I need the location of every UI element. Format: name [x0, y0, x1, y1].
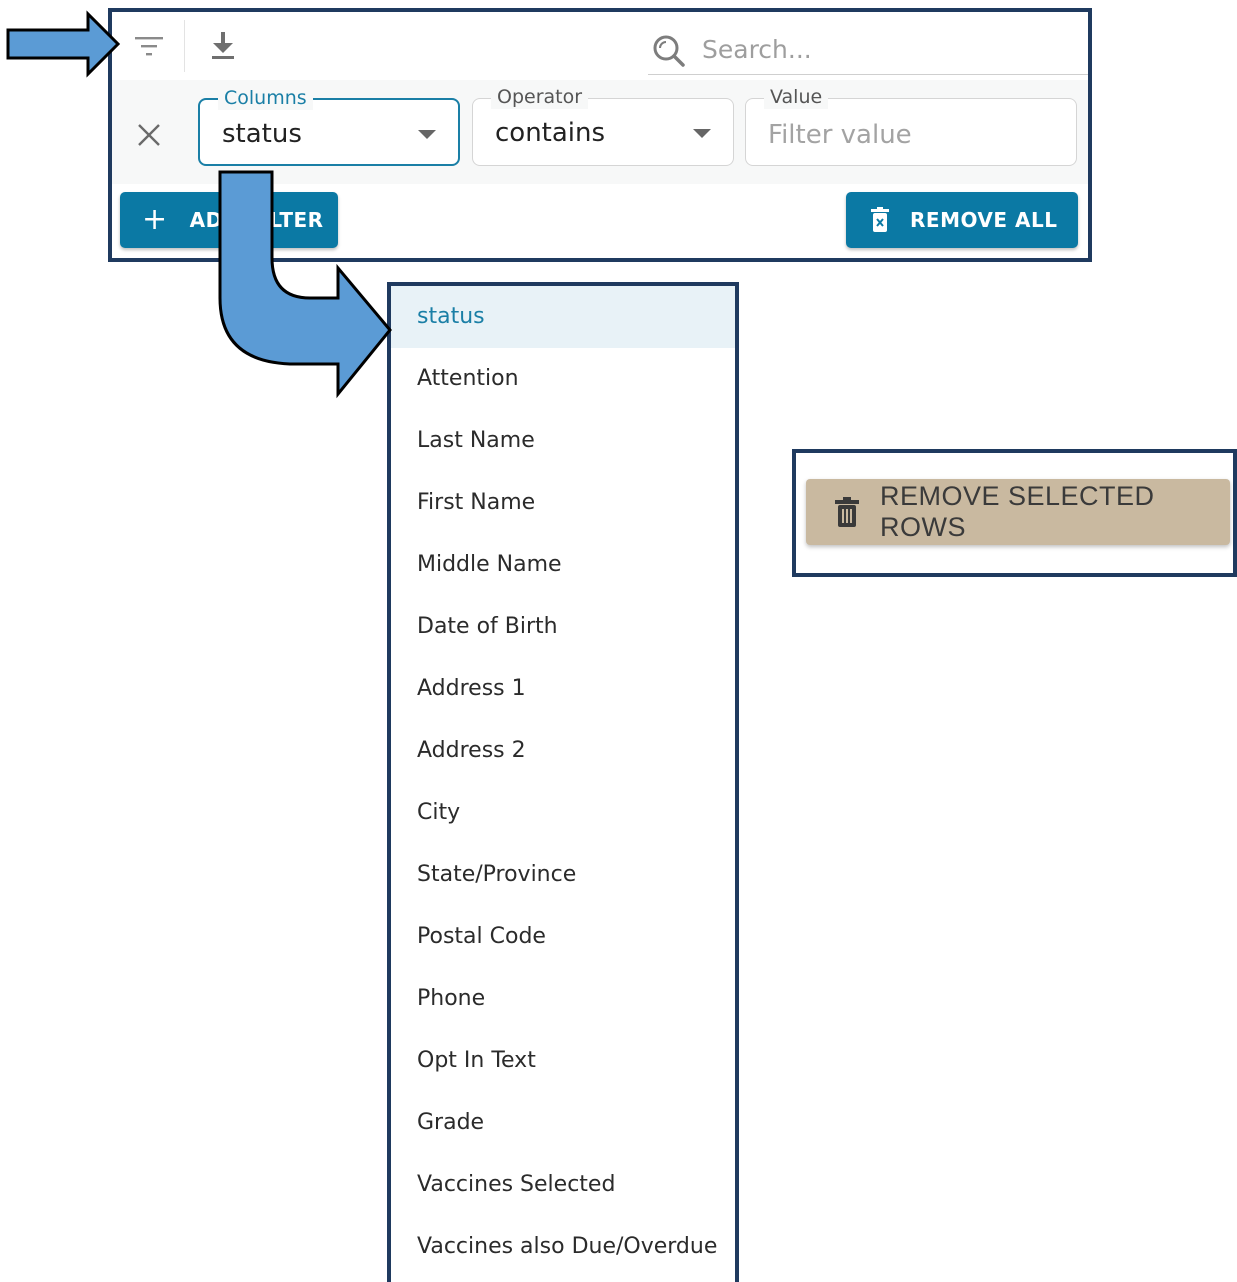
- remove-selected-rows-button[interactable]: REMOVE SELECTED ROWS: [806, 479, 1230, 545]
- delete-icon: [870, 207, 890, 233]
- add-filter-label: ADD FILTER: [189, 208, 324, 232]
- column-option[interactable]: Vaccines also Due/Overdue: [391, 1216, 735, 1278]
- column-option[interactable]: Phone: [391, 968, 735, 1030]
- columns-dropdown: status Attention Last Name First Name Middle…: [387, 282, 739, 1282]
- columns-value: status: [222, 119, 302, 149]
- operator-value: contains: [495, 118, 606, 148]
- search-input[interactable]: [700, 30, 1074, 68]
- column-option[interactable]: status: [391, 286, 735, 348]
- trash-icon: [834, 496, 860, 528]
- column-option[interactable]: First Name: [391, 472, 735, 534]
- filter-button[interactable]: [122, 12, 176, 80]
- operator-label: Operator: [491, 85, 589, 109]
- column-option[interactable]: Address 1: [391, 658, 735, 720]
- chevron-down-icon: [418, 130, 436, 139]
- column-option[interactable]: Grade: [391, 1092, 735, 1154]
- remove-all-button[interactable]: REMOVE ALL: [846, 192, 1078, 248]
- column-option[interactable]: Middle Name: [391, 534, 735, 596]
- remove-selected-callout: REMOVE SELECTED ROWS: [792, 449, 1237, 577]
- value-placeholder: Filter value: [768, 120, 912, 150]
- column-option[interactable]: City: [391, 782, 735, 844]
- export-button[interactable]: [196, 12, 250, 80]
- column-option[interactable]: Attention: [391, 348, 735, 410]
- column-option[interactable]: Date of Birth: [391, 596, 735, 658]
- grid-toolbar: [112, 12, 1088, 81]
- search-box: [648, 26, 1088, 75]
- toolbar-divider: [184, 20, 185, 72]
- column-option[interactable]: Postal Code: [391, 906, 735, 968]
- value-field[interactable]: Value Filter value: [745, 85, 1077, 166]
- filter-row: Columns status Operator contains Value F…: [112, 80, 1088, 185]
- value-label: Value: [764, 85, 829, 109]
- arrow-right-icon: [6, 10, 121, 78]
- close-icon[interactable]: [134, 120, 164, 150]
- search-icon: [653, 35, 685, 67]
- column-option[interactable]: State/Province: [391, 844, 735, 906]
- plus-icon: +: [142, 202, 168, 237]
- filter-list-icon: [135, 37, 163, 56]
- columns-label: Columns: [218, 86, 313, 110]
- column-option[interactable]: Last Name: [391, 410, 735, 472]
- columns-option-list: status Attention Last Name First Name Middle…: [391, 286, 735, 1278]
- remove-all-label: REMOVE ALL: [910, 208, 1058, 232]
- filter-actions: + ADD FILTER REMOVE ALL: [112, 184, 1088, 258]
- download-icon: [212, 32, 234, 59]
- column-option[interactable]: Address 2: [391, 720, 735, 782]
- column-option[interactable]: Vaccines Selected: [391, 1154, 735, 1216]
- chevron-down-icon: [693, 129, 711, 138]
- add-filter-button[interactable]: + ADD FILTER: [120, 192, 338, 248]
- columns-select[interactable]: Columns status: [198, 86, 460, 166]
- remove-selected-label: REMOVE SELECTED ROWS: [880, 481, 1155, 542]
- operator-select[interactable]: Operator contains: [472, 85, 734, 166]
- column-option[interactable]: Opt In Text: [391, 1030, 735, 1092]
- filter-panel: Columns status Operator contains Value F…: [108, 8, 1092, 262]
